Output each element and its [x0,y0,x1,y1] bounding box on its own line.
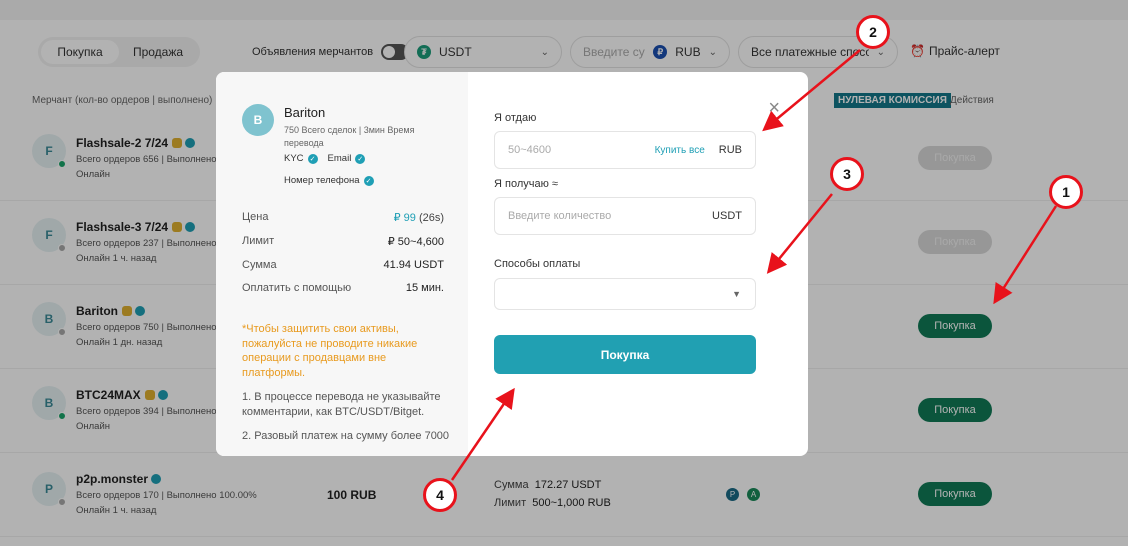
amount-label: Сумма [242,259,277,271]
price-line: Цена ₽ 99 (26s) [242,211,444,224]
close-icon[interactable]: × [768,98,780,118]
limit-label: Лимит [242,235,275,247]
email-badge: Email ✓ [328,153,366,164]
seller-name[interactable]: Bariton [284,105,325,120]
payment-methods-label: Способы оплаты [494,258,581,270]
check-icon: ✓ [363,175,374,186]
price-value: ₽ 99 [393,212,416,224]
caret-down-icon: ▼ [732,289,741,299]
give-amount-placeholder: 50~4600 [508,144,552,156]
get-amount-input[interactable]: Введите количество USDT [494,197,756,235]
security-warning: *Чтобы защитить свои активы, пожалуйста … [242,323,418,379]
seller-stats: 750 Всего сделок | 3мин Время перевода [284,125,415,148]
note-2: 2. Разовый платеж на сумму более 7000 [242,430,450,442]
buy-all-link[interactable]: Купить все [655,145,705,156]
check-icon: ✓ [355,154,366,164]
buy-submit-button[interactable]: Покупка [494,335,756,374]
amount-line: Сумма 41.94 USDT [242,259,444,271]
payment-time-line: Оплатить с помощью 15 мин. [242,282,444,294]
price-label: Цена [242,211,269,223]
give-label: Я отдаю [494,112,537,124]
get-label: Я получаю ≈ [494,178,558,190]
limit-value: ₽ 50~4,600 [387,236,444,248]
get-unit: USDT [712,210,742,222]
kyc-badge: KYC ✓ [284,153,318,164]
order-form: × Я отдаю 50~4600 Купить все RUB Я получ… [468,72,808,456]
annotation-marker-3: 3 [830,157,864,191]
annotation-marker-1: 1 [1049,175,1083,209]
verification-badges: KYC ✓ Email ✓ [284,153,366,164]
buy-modal: B Bariton 750 Всего сделок | 3мин Время … [216,72,808,456]
email-label: Email [327,153,352,164]
check-icon: ✓ [307,154,318,164]
phone-label: Номер телефона [284,175,360,186]
amount-value: 41.94 USDT [383,259,444,271]
annotation-marker-2: 2 [856,15,890,49]
payment-time-label: Оплатить с помощью [242,282,352,294]
phone-badge: Номер телефона ✓ [284,175,374,186]
payment-methods-select[interactable]: ▼ [494,278,756,310]
kyc-label: KYC [284,153,304,164]
give-unit: RUB [718,144,742,156]
annotation-marker-4: 4 [423,478,457,512]
limit-line: Лимит ₽ 50~4,600 [242,235,444,248]
price-timer: (26s) [418,212,444,224]
get-amount-placeholder: Введите количество [508,210,612,222]
payment-time-value: 15 мин. [405,282,444,294]
seller-info-panel: B Bariton 750 Всего сделок | 3мин Время … [216,72,468,456]
seller-avatar: B [242,104,274,136]
give-amount-input[interactable]: 50~4600 Купить все RUB [494,131,756,169]
note-1: 1. В процессе перевода не указывайте ком… [242,391,441,418]
